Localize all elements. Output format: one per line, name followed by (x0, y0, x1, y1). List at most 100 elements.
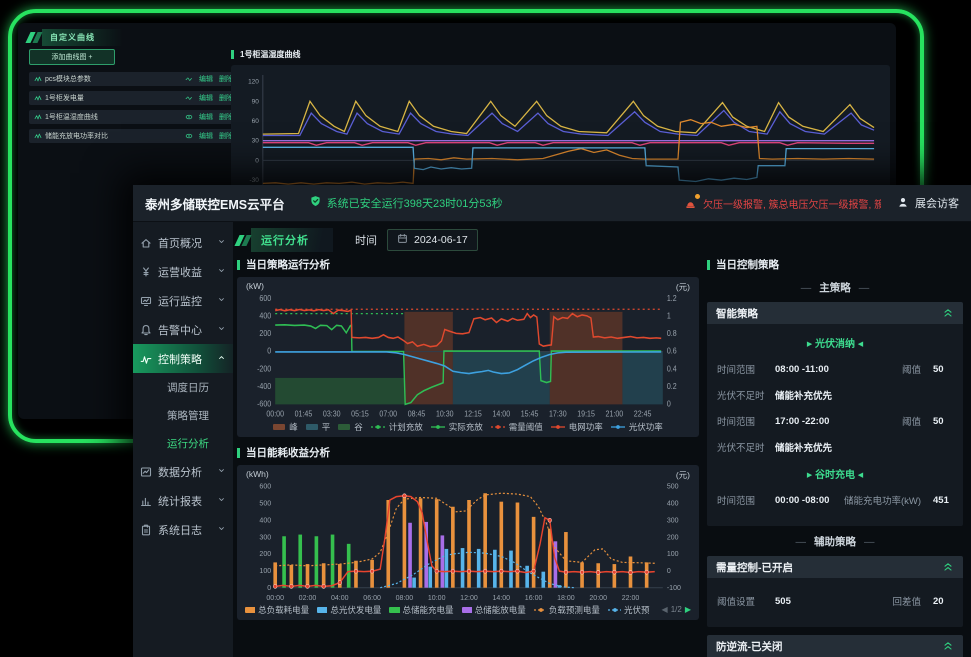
legend-item[interactable]: 电网功率 (551, 421, 603, 433)
line-temp-b (263, 111, 874, 136)
sidebar-subitem-operation-analysis[interactable]: 运行分析 (133, 429, 233, 457)
svg-text:10:00: 10:00 (428, 592, 446, 601)
sidebar-item-statistics-report[interactable]: 统计报表 (133, 486, 233, 515)
svg-text:02:00: 02:00 (299, 592, 317, 601)
legend-item[interactable]: 计划充放 (371, 421, 423, 433)
strategy-row: 阈值设置505回差值20 (717, 594, 953, 608)
user-icon (897, 196, 909, 208)
legend-item[interactable]: 光伏预 (608, 604, 650, 616)
legend-item[interactable]: 光伏功率 (611, 421, 663, 433)
svg-text:06:00: 06:00 (363, 592, 381, 601)
svg-text:22:00: 22:00 (622, 592, 640, 601)
legend-label: 光伏预 (624, 604, 650, 616)
svg-text:-100: -100 (667, 583, 681, 592)
sidebar-item-operation-monitor[interactable]: 运行监控 (133, 286, 233, 315)
svg-text:200: 200 (667, 532, 679, 541)
curve-row-1[interactable]: 1号柜发电量编辑删除 (29, 91, 238, 105)
collapse-icon[interactable] (942, 560, 954, 575)
card-header[interactable]: 防逆流-已关闭 (707, 635, 963, 657)
svg-text:01:45: 01:45 (295, 409, 313, 418)
strategy-row: 光伏不足时储能补充优先 (717, 440, 953, 454)
legend-item[interactable]: 负载预测电量 (534, 604, 600, 616)
sidebar-subitem-schedule-calendar[interactable]: 调度日历 (133, 373, 233, 401)
svg-text:14:00: 14:00 (492, 592, 510, 601)
bar-总负载耗电量 (596, 563, 600, 587)
svg-text:12:00: 12:00 (460, 592, 478, 601)
bar-总光伏发电量 (412, 578, 416, 588)
edit-button[interactable]: 编辑 (199, 131, 213, 141)
card-header[interactable]: 需量控制-已开启 (707, 556, 963, 578)
legend-label: 负载预测电量 (549, 604, 600, 616)
curve-row-2[interactable]: 1号柜温湿度曲线编辑删除 (29, 110, 238, 124)
sidebar-item-operation-revenue[interactable]: 运营收益 (133, 257, 233, 286)
row-value: 储能补充优先 (775, 388, 832, 402)
edit-button[interactable]: 编辑 (199, 74, 213, 84)
bg-window-title: 自定义曲线 (28, 29, 123, 45)
ems-window: 泰州多储联控EMS云平台 系统已安全运行398天23时01分53秒 欠压一级报警… (133, 185, 971, 657)
dbl-up-icon (942, 306, 954, 318)
legend-prev-icon[interactable]: ◀ (662, 605, 668, 614)
collapse-icon[interactable] (942, 306, 954, 321)
sidebar-item-control-strategy[interactable]: 控制策略 (133, 344, 233, 373)
sidebar-item-system-log[interactable]: 系统日志 (133, 515, 233, 544)
alarm-ticker: 欠压一级报警, 簇总电压欠压一级报警, 簇SO (703, 196, 881, 211)
alarm-lamp[interactable] (684, 197, 698, 210)
legend-item[interactable]: 需量阈值 (491, 421, 543, 433)
tab-operation-analysis[interactable]: 运行分析 (237, 228, 333, 252)
left-axis-unit: (kWh) (246, 469, 269, 481)
legend-item[interactable]: 实际充放 (431, 421, 483, 433)
svg-text:500: 500 (667, 481, 679, 490)
legend-item[interactable]: 谷 (338, 421, 363, 433)
row-label: 光伏不足时 (717, 388, 775, 402)
data-icon (140, 466, 152, 478)
legend-item[interactable]: 总储能充电量 (389, 604, 453, 616)
right-axis-unit: (元) (676, 469, 690, 481)
legend-next-icon[interactable]: ▶ (685, 605, 691, 614)
svg-text:0: 0 (267, 583, 271, 592)
svg-text:90: 90 (252, 98, 260, 105)
svg-text:-30: -30 (250, 177, 260, 184)
legend-item[interactable]: 总负载耗电量 (245, 604, 309, 616)
legend-item[interactable]: 总储能放电量 (462, 604, 526, 616)
sidebar-item-home-overview[interactable]: 首页概况 (133, 228, 233, 257)
card-header[interactable]: 智能策略 (707, 302, 963, 324)
sidebar-item-alarm-center[interactable]: 告警中心 (133, 315, 233, 344)
edit-button[interactable]: 编辑 (199, 93, 213, 103)
sidebar-subitem-strategy-management[interactable]: 策略管理 (133, 401, 233, 429)
collapse-icon[interactable] (942, 639, 954, 654)
triangle-left-icon: ◀ (858, 341, 863, 348)
svg-text:0: 0 (667, 566, 671, 575)
dbl-up-icon (942, 639, 954, 651)
svg-text:15:45: 15:45 (521, 409, 539, 418)
row-label: 阈值设置 (717, 594, 775, 608)
svg-text:30: 30 (252, 138, 260, 145)
curve-row-0[interactable]: pcs模块总参数编辑删除 (29, 72, 238, 86)
legend-swatch (431, 423, 446, 431)
strategy-run-chart[interactable]: 6001.240012000.800.6-2000.4-4000.2-60000… (245, 293, 691, 419)
sidebar-item-label: 统计报表 (158, 493, 202, 509)
line-power-orange (263, 120, 874, 184)
add-curve-button[interactable]: 添加曲线图 + (29, 49, 115, 65)
legend-label: 电网功率 (569, 421, 603, 433)
legend-item[interactable]: 总光伏发电量 (317, 604, 381, 616)
energy-revenue-chart[interactable]: 60050050040040030030020020010010000-1000… (245, 481, 691, 602)
user-menu[interactable]: 展会访客 (897, 195, 959, 211)
alarm-badge (694, 193, 701, 200)
alarm-area[interactable]: 欠压一级报警, 簇总电压欠压一级报警, 簇SO (684, 196, 881, 211)
sidebar-item-data-analysis[interactable]: 数据分析 (133, 457, 233, 486)
legend-item[interactable]: 平 (306, 421, 331, 433)
screen: 自定义曲线 添加曲线图 + pcs模块总参数编辑删除 1号柜发电量编辑删除 1号柜温… (0, 0, 971, 657)
bg-chart-section-title: 1号柜温湿度曲线 (231, 49, 890, 60)
card-title: 防逆流-已关闭 (716, 639, 783, 654)
money-icon (140, 266, 152, 278)
monitor-icon (140, 295, 152, 307)
date-picker[interactable]: 2024-06-17 (387, 229, 478, 251)
section-accent-bar (237, 448, 240, 458)
legend-item[interactable]: 峰 (273, 421, 298, 433)
curve-row-3[interactable]: 储能充放电功率对比编辑删除 (29, 129, 238, 143)
bar-总储能充电量 (347, 544, 351, 588)
strategy-chart-section-title: 当日策略运行分析 (237, 257, 699, 272)
edit-button[interactable]: 编辑 (199, 112, 213, 122)
legend-swatch (534, 606, 546, 614)
line-power-cyan (263, 147, 874, 181)
